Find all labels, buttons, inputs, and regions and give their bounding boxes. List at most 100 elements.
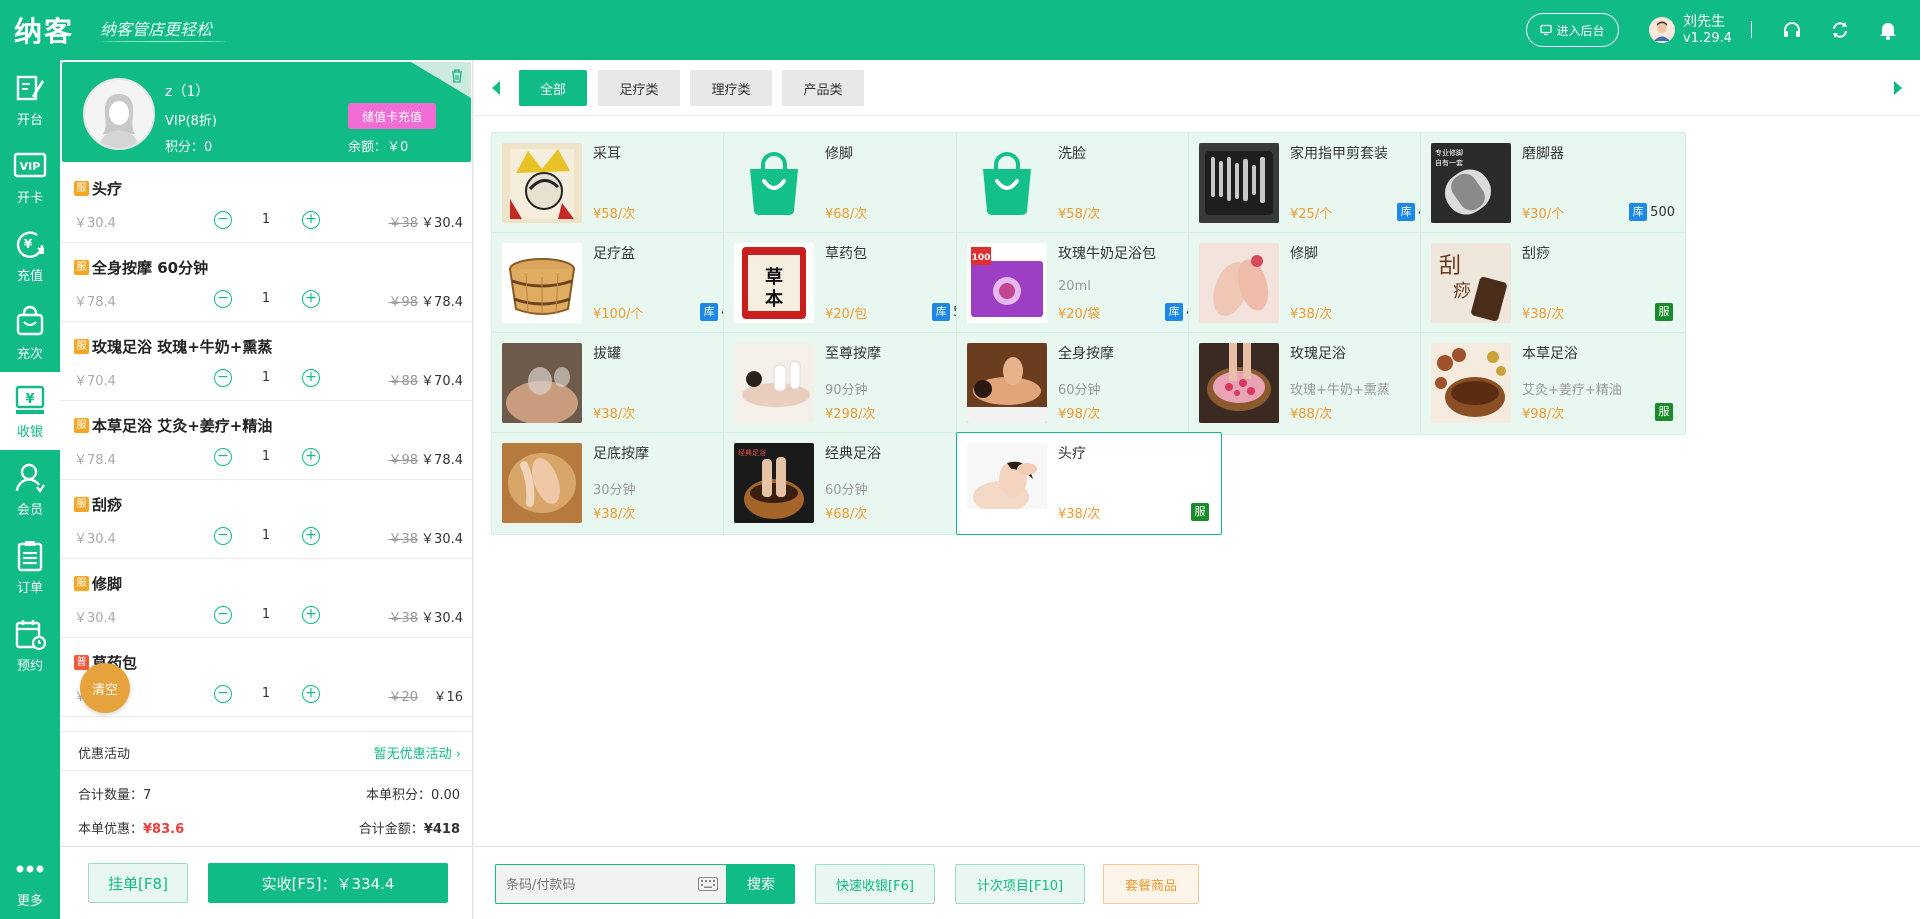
cart-item[interactable]: 服 头疗 ￥30.4 − 1 + ￥38 ￥30.4	[60, 164, 473, 243]
service-badge: 服	[74, 497, 89, 512]
sidebar-item-open-card[interactable]: VIP 开卡	[0, 138, 60, 216]
qty-plus-button[interactable]: +	[302, 685, 320, 703]
category-next-arrow[interactable]	[1894, 81, 1902, 95]
user-avatar[interactable]	[1649, 17, 1675, 43]
qty-value[interactable]: 1	[256, 212, 276, 227]
calendar-icon	[15, 619, 47, 650]
qty-plus-button[interactable]: +	[302, 527, 320, 545]
checkout-button[interactable]: 实收[F5]：￥334.4	[208, 863, 448, 903]
order-discount-label: 本单优惠：	[78, 822, 144, 837]
qty-minus-button[interactable]: −	[214, 527, 232, 545]
stored-card-recharge-button[interactable]: 储值卡充值	[348, 103, 436, 129]
sidebar-item-recharge[interactable]: ¥ 充值	[0, 216, 60, 294]
hold-order-button[interactable]: 挂单[F8]	[88, 863, 188, 903]
qty-plus-button[interactable]: +	[302, 448, 320, 466]
qty-minus-button[interactable]: −	[214, 685, 232, 703]
qty-value[interactable]: 1	[256, 449, 276, 464]
product-card[interactable]: 采耳¥58/次服	[491, 132, 757, 235]
clear-cart-button[interactable]: 清空	[80, 663, 130, 713]
user-name: 刘先生	[1683, 14, 1725, 30]
product-price: ¥88/次	[1290, 407, 1333, 422]
order-total-value: ¥418	[423, 822, 460, 837]
tab-all[interactable]: 全部	[519, 70, 587, 106]
package-goods-button[interactable]: 套餐商品	[1103, 864, 1199, 904]
app-logo: 纳客	[14, 15, 75, 48]
product-price: ¥98/次	[1522, 407, 1565, 422]
product-card[interactable]: 专业修脚 自有一套 磨脚器 ¥30/个库 500	[1420, 132, 1686, 235]
qty-value[interactable]: 1	[256, 686, 276, 701]
cart-item[interactable]: 服 本草足浴 艾灸+姜疗+精油 ￥78.4 − 1 + ￥98 ￥78.4	[60, 401, 473, 480]
qty-minus-button[interactable]: −	[214, 211, 232, 229]
product-card[interactable]: 修脚¥68/次服	[723, 132, 989, 235]
barcode-input[interactable]	[506, 875, 676, 895]
sidebar-item-open-table[interactable]: 开台	[0, 60, 60, 138]
qty-minus-button[interactable]: −	[214, 606, 232, 624]
product-card[interactable]: 刮痧刮痧 ¥38/次服	[1420, 232, 1686, 335]
qty-value[interactable]: 1	[256, 291, 276, 306]
product-card[interactable]: 头疗 ¥38/次 服	[956, 432, 1222, 535]
sidebar-item-order[interactable]: 订单	[0, 528, 60, 606]
cart-item[interactable]: 服 全身按摩 60分钟 ￥78.4 − 1 + ￥98 ￥78.4	[60, 243, 473, 322]
qty-minus-button[interactable]: −	[214, 290, 232, 308]
sidebar-item-recharge-count[interactable]: 充次	[0, 294, 60, 372]
product-card[interactable]: 草本草药包¥20/包库500	[723, 232, 989, 335]
qty-value[interactable]: 1	[256, 607, 276, 622]
product-card[interactable]: 足底按摩30分钟¥38/次服	[491, 432, 757, 535]
divider	[1751, 21, 1752, 38]
tab-products[interactable]: 产品类	[782, 70, 864, 106]
product-card[interactable]: 拔罐¥38/次服	[491, 332, 757, 435]
qty-value[interactable]: 1	[256, 370, 276, 385]
sidebar-item-more[interactable]: 更多	[0, 841, 60, 919]
cart-item[interactable]: 服 修脚 ￥30.4 − 1 + ￥38 ￥30.4	[60, 559, 473, 638]
sidebar-item-booking[interactable]: 预约	[0, 606, 60, 684]
yen-recharge-icon: ¥	[16, 231, 44, 258]
promotion-row[interactable]: 优惠活动 暂无优惠活动 ›	[60, 731, 473, 771]
headset-icon[interactable]	[1780, 18, 1804, 42]
product-image	[734, 143, 814, 223]
qty-plus-button[interactable]: +	[302, 290, 320, 308]
count-items-button[interactable]: 计次项目[F10]	[955, 864, 1085, 904]
qty-minus-button[interactable]: −	[214, 448, 232, 466]
qty-minus-button[interactable]: −	[214, 369, 232, 387]
tab-foot-care[interactable]: 足疗类	[598, 70, 680, 106]
enter-backend-button[interactable]: 进入后台	[1526, 13, 1619, 47]
product-card[interactable]: 100玫瑰牛奶足浴包20ml¥20/袋库499	[956, 232, 1222, 335]
cart-item-final-price: ￥16	[433, 690, 463, 705]
qty-plus-button[interactable]: +	[302, 369, 320, 387]
bell-icon[interactable]	[1876, 18, 1900, 42]
cart-item-unit-price: ￥30.4	[74, 216, 116, 231]
barcode-search-box[interactable]	[495, 864, 727, 904]
product-card[interactable]: 全身按摩60分钟¥98/次服	[956, 332, 1222, 435]
category-bar: 全部 足疗类 理疗类 产品类	[474, 60, 1920, 116]
product-card[interactable]: 玫瑰足浴玫瑰+牛奶+熏蒸¥88/次服	[1188, 332, 1454, 435]
switch-icon[interactable]	[1828, 18, 1852, 42]
product-card[interactable]: 家用指甲剪套装¥25/个库499	[1188, 132, 1454, 235]
qty-plus-button[interactable]: +	[302, 211, 320, 229]
service-badge: 服	[74, 260, 89, 275]
keyboard-icon[interactable]	[698, 877, 718, 891]
sidebar-item-member[interactable]: 会员	[0, 450, 60, 528]
product-image: 刮痧	[1431, 243, 1511, 323]
cart-item[interactable]: 服 刮痧 ￥30.4 − 1 + ￥38 ￥30.4	[60, 480, 473, 559]
product-card[interactable]: 至尊按摩90分钟¥298/次服	[723, 332, 989, 435]
product-card[interactable]: 本草足浴 艾灸+姜疗+精油 ¥98/次 服	[1420, 332, 1686, 435]
trash-icon[interactable]	[449, 68, 465, 84]
qty-value[interactable]: 1	[256, 528, 276, 543]
svg-text:草: 草	[765, 266, 783, 288]
svg-text:VIP: VIP	[20, 160, 41, 173]
product-card[interactable]: 足疗盆¥100/个库499	[491, 232, 757, 335]
category-prev-arrow[interactable]	[492, 81, 500, 95]
cart-item[interactable]: 服 玫瑰足浴 玫瑰+牛奶+熏蒸 ￥70.4 − 1 + ￥88 ￥70.4	[60, 322, 473, 401]
quick-checkout-button[interactable]: 快速收银[F6]	[815, 864, 935, 904]
promotion-value[interactable]: 暂无优惠活动 ›	[374, 743, 461, 762]
product-name: 草药包	[825, 246, 867, 262]
product-card[interactable]: 修脚¥38/次服	[1188, 232, 1454, 335]
svg-text:¥: ¥	[24, 237, 33, 251]
cart-item-original-price: ￥38	[388, 611, 418, 626]
sidebar-item-cashier[interactable]: ¥ 收银	[0, 372, 60, 450]
product-card[interactable]: 洗脸¥58/次服	[956, 132, 1222, 235]
tab-therapy[interactable]: 理疗类	[690, 70, 772, 106]
search-button[interactable]: 搜索	[727, 864, 795, 904]
product-card[interactable]: 经典足浴经典足浴60分钟¥68/次服	[723, 432, 989, 535]
qty-plus-button[interactable]: +	[302, 606, 320, 624]
